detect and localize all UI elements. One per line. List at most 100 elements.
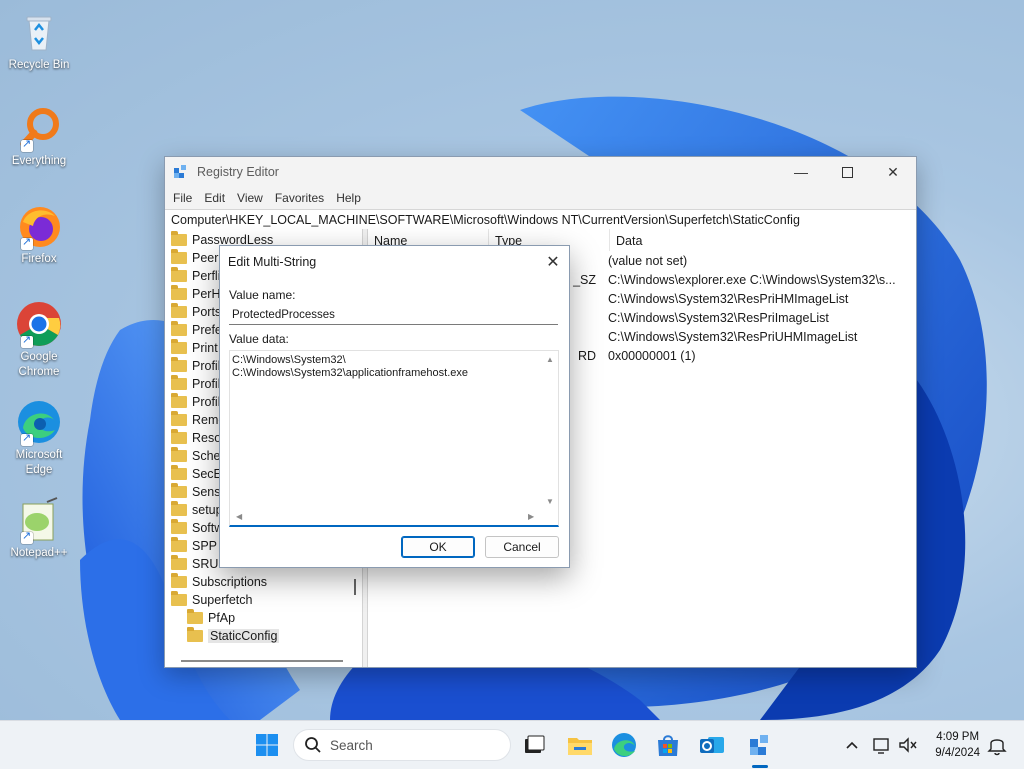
menu-file[interactable]: File <box>167 191 198 205</box>
desktop-icon-label: Recycle Bin <box>8 59 70 71</box>
menu-bar: File Edit View Favorites Help <box>165 187 916 209</box>
folder-icon <box>171 501 187 516</box>
folder-icon <box>171 339 187 354</box>
tree-item[interactable]: PfAp <box>165 609 362 627</box>
clock-time: 4:09 PM <box>936 731 980 743</box>
dialog-title: Edit Multi-String <box>228 255 317 269</box>
folder-icon <box>171 555 187 570</box>
firefox-icon <box>15 202 63 250</box>
value-data-cell: C:\Windows\System32\ResPriImageList <box>608 310 829 325</box>
edge-taskbar-icon[interactable] <box>608 729 640 761</box>
close-button[interactable]: ✕ <box>870 157 916 187</box>
folder-icon <box>171 231 187 246</box>
desktop-icon-everything[interactable]: Everything <box>4 104 74 169</box>
tree-item-label: StaticConfig <box>208 629 280 643</box>
value-data-cell: (value not set) <box>608 253 688 268</box>
close-icon: ✕ <box>546 254 560 271</box>
folder-icon <box>171 519 187 534</box>
value-name-field[interactable]: ProtectedProcesses <box>229 305 558 325</box>
folder-icon <box>187 627 203 642</box>
scroll-left-icon[interactable]: ◀ <box>236 512 242 521</box>
value-data-cell: 0x00000001 (1) <box>608 348 696 363</box>
tree-item-label: PfAp <box>208 611 236 625</box>
menu-edit[interactable]: Edit <box>198 191 231 205</box>
tree-item-label: Ports <box>192 305 222 319</box>
shortcut-arrow-icon <box>21 529 33 544</box>
desktop-icon-firefox[interactable]: Firefox <box>4 202 74 267</box>
taskbar: Search 4:09 PM 9/4/2024 <box>0 720 1024 769</box>
dialog-body: Value name: ProtectedProcesses Value dat… <box>220 278 569 567</box>
dialog-title-bar[interactable]: Edit Multi-String ✕ <box>220 246 569 278</box>
recycle-bin-icon <box>15 8 63 56</box>
search-placeholder: Search <box>330 737 373 753</box>
scroll-up-icon[interactable]: ▲ <box>546 355 554 364</box>
value-data-label: Value data: <box>229 332 289 346</box>
scroll-down-icon[interactable]: ▼ <box>546 497 554 506</box>
notepad-plus-plus-icon <box>15 496 63 544</box>
folder-icon <box>171 573 187 588</box>
microsoft-store-icon[interactable] <box>652 729 684 761</box>
maximize-button[interactable] <box>824 157 870 187</box>
tree-horizontal-scrollbar[interactable] <box>165 655 363 667</box>
tree-item[interactable]: StaticConfig <box>165 627 362 645</box>
desktop-icon-label: Google Chrome <box>18 351 60 378</box>
outlook-icon[interactable] <box>696 729 728 761</box>
maximize-icon <box>841 166 853 178</box>
tree-item-label: Subscriptions <box>192 575 268 589</box>
textarea-vertical-scrollbar[interactable]: ▲ ▼ <box>542 351 558 511</box>
shortcut-arrow-icon <box>21 235 33 250</box>
notifications-bell-icon[interactable] <box>986 729 1008 761</box>
folder-icon <box>171 357 187 372</box>
desktop-icon-label: Notepad++ <box>10 547 68 559</box>
volume-muted-icon[interactable] <box>896 729 920 761</box>
desktop-icon-notepad-plus-plus[interactable]: Notepad++ <box>4 496 74 561</box>
ok-button[interactable]: OK <box>401 536 475 558</box>
folder-icon <box>171 321 187 336</box>
menu-favorites[interactable]: Favorites <box>269 191 330 205</box>
minimize-button[interactable]: — <box>778 157 824 187</box>
value-data-textarea[interactable]: C:\Windows\System32\ C:\Windows\System32… <box>229 350 559 527</box>
address-bar[interactable]: Computer\HKEY_LOCAL_MACHINE\SOFTWARE\Mic… <box>165 209 916 231</box>
folder-icon <box>171 411 187 426</box>
task-view-icon[interactable] <box>518 729 550 761</box>
taskbar-search-box[interactable]: Search <box>293 729 511 761</box>
chrome-icon <box>15 300 63 348</box>
clock-date: 9/4/2024 <box>935 747 980 759</box>
tree-item[interactable]: Subscriptions <box>165 573 362 591</box>
menu-view[interactable]: View <box>231 191 269 205</box>
file-explorer-icon[interactable] <box>564 729 596 761</box>
folder-icon <box>171 429 187 444</box>
tree-item-label: SPP <box>192 539 218 553</box>
window-title: Registry Editor <box>197 165 279 179</box>
desktop-icon-google-chrome[interactable]: Google Chrome <box>4 300 74 380</box>
desktop-icon-microsoft-edge[interactable]: Microsoft Edge <box>4 398 74 478</box>
show-hidden-icons-chevron-up-icon[interactable] <box>838 729 866 761</box>
dialog-close-button[interactable]: ✕ <box>537 252 569 272</box>
folder-icon <box>171 249 187 264</box>
cancel-button[interactable]: Cancel <box>485 536 559 558</box>
column-header-data[interactable]: Data <box>610 229 916 251</box>
network-icon[interactable] <box>870 729 894 761</box>
system-clock[interactable]: 4:09 PM 9/4/2024 <box>935 729 980 761</box>
scroll-right-icon[interactable]: ▶ <box>528 512 534 521</box>
tree-item-label: Superfetch <box>192 593 253 607</box>
value-data-text: C:\Windows\System32\ C:\Windows\System32… <box>232 354 468 379</box>
desktop-icon-label: Everything <box>11 155 67 167</box>
folder-icon <box>171 285 187 300</box>
registry-editor-taskbar-icon[interactable] <box>744 729 776 761</box>
minimize-icon: — <box>794 164 808 180</box>
tree-item-label: setup <box>192 503 223 517</box>
folder-icon <box>171 375 187 390</box>
close-icon: ✕ <box>887 163 899 180</box>
desktop-icon-label: Microsoft Edge <box>15 449 63 476</box>
folder-icon <box>171 447 187 462</box>
tree-item[interactable]: Superfetch <box>165 591 362 609</box>
start-windows-icon[interactable] <box>251 729 283 761</box>
menu-help[interactable]: Help <box>330 191 367 205</box>
value-data-cell: C:\Windows\explorer.exe C:\Windows\Syste… <box>608 272 896 287</box>
shortcut-arrow-icon <box>21 333 33 348</box>
textarea-horizontal-scrollbar[interactable]: ◀ ▶ <box>230 509 542 525</box>
desktop-icon-recycle-bin[interactable]: Recycle Bin <box>4 8 74 73</box>
folder-icon <box>171 483 187 498</box>
title-bar[interactable]: Registry Editor — ✕ <box>165 157 916 187</box>
